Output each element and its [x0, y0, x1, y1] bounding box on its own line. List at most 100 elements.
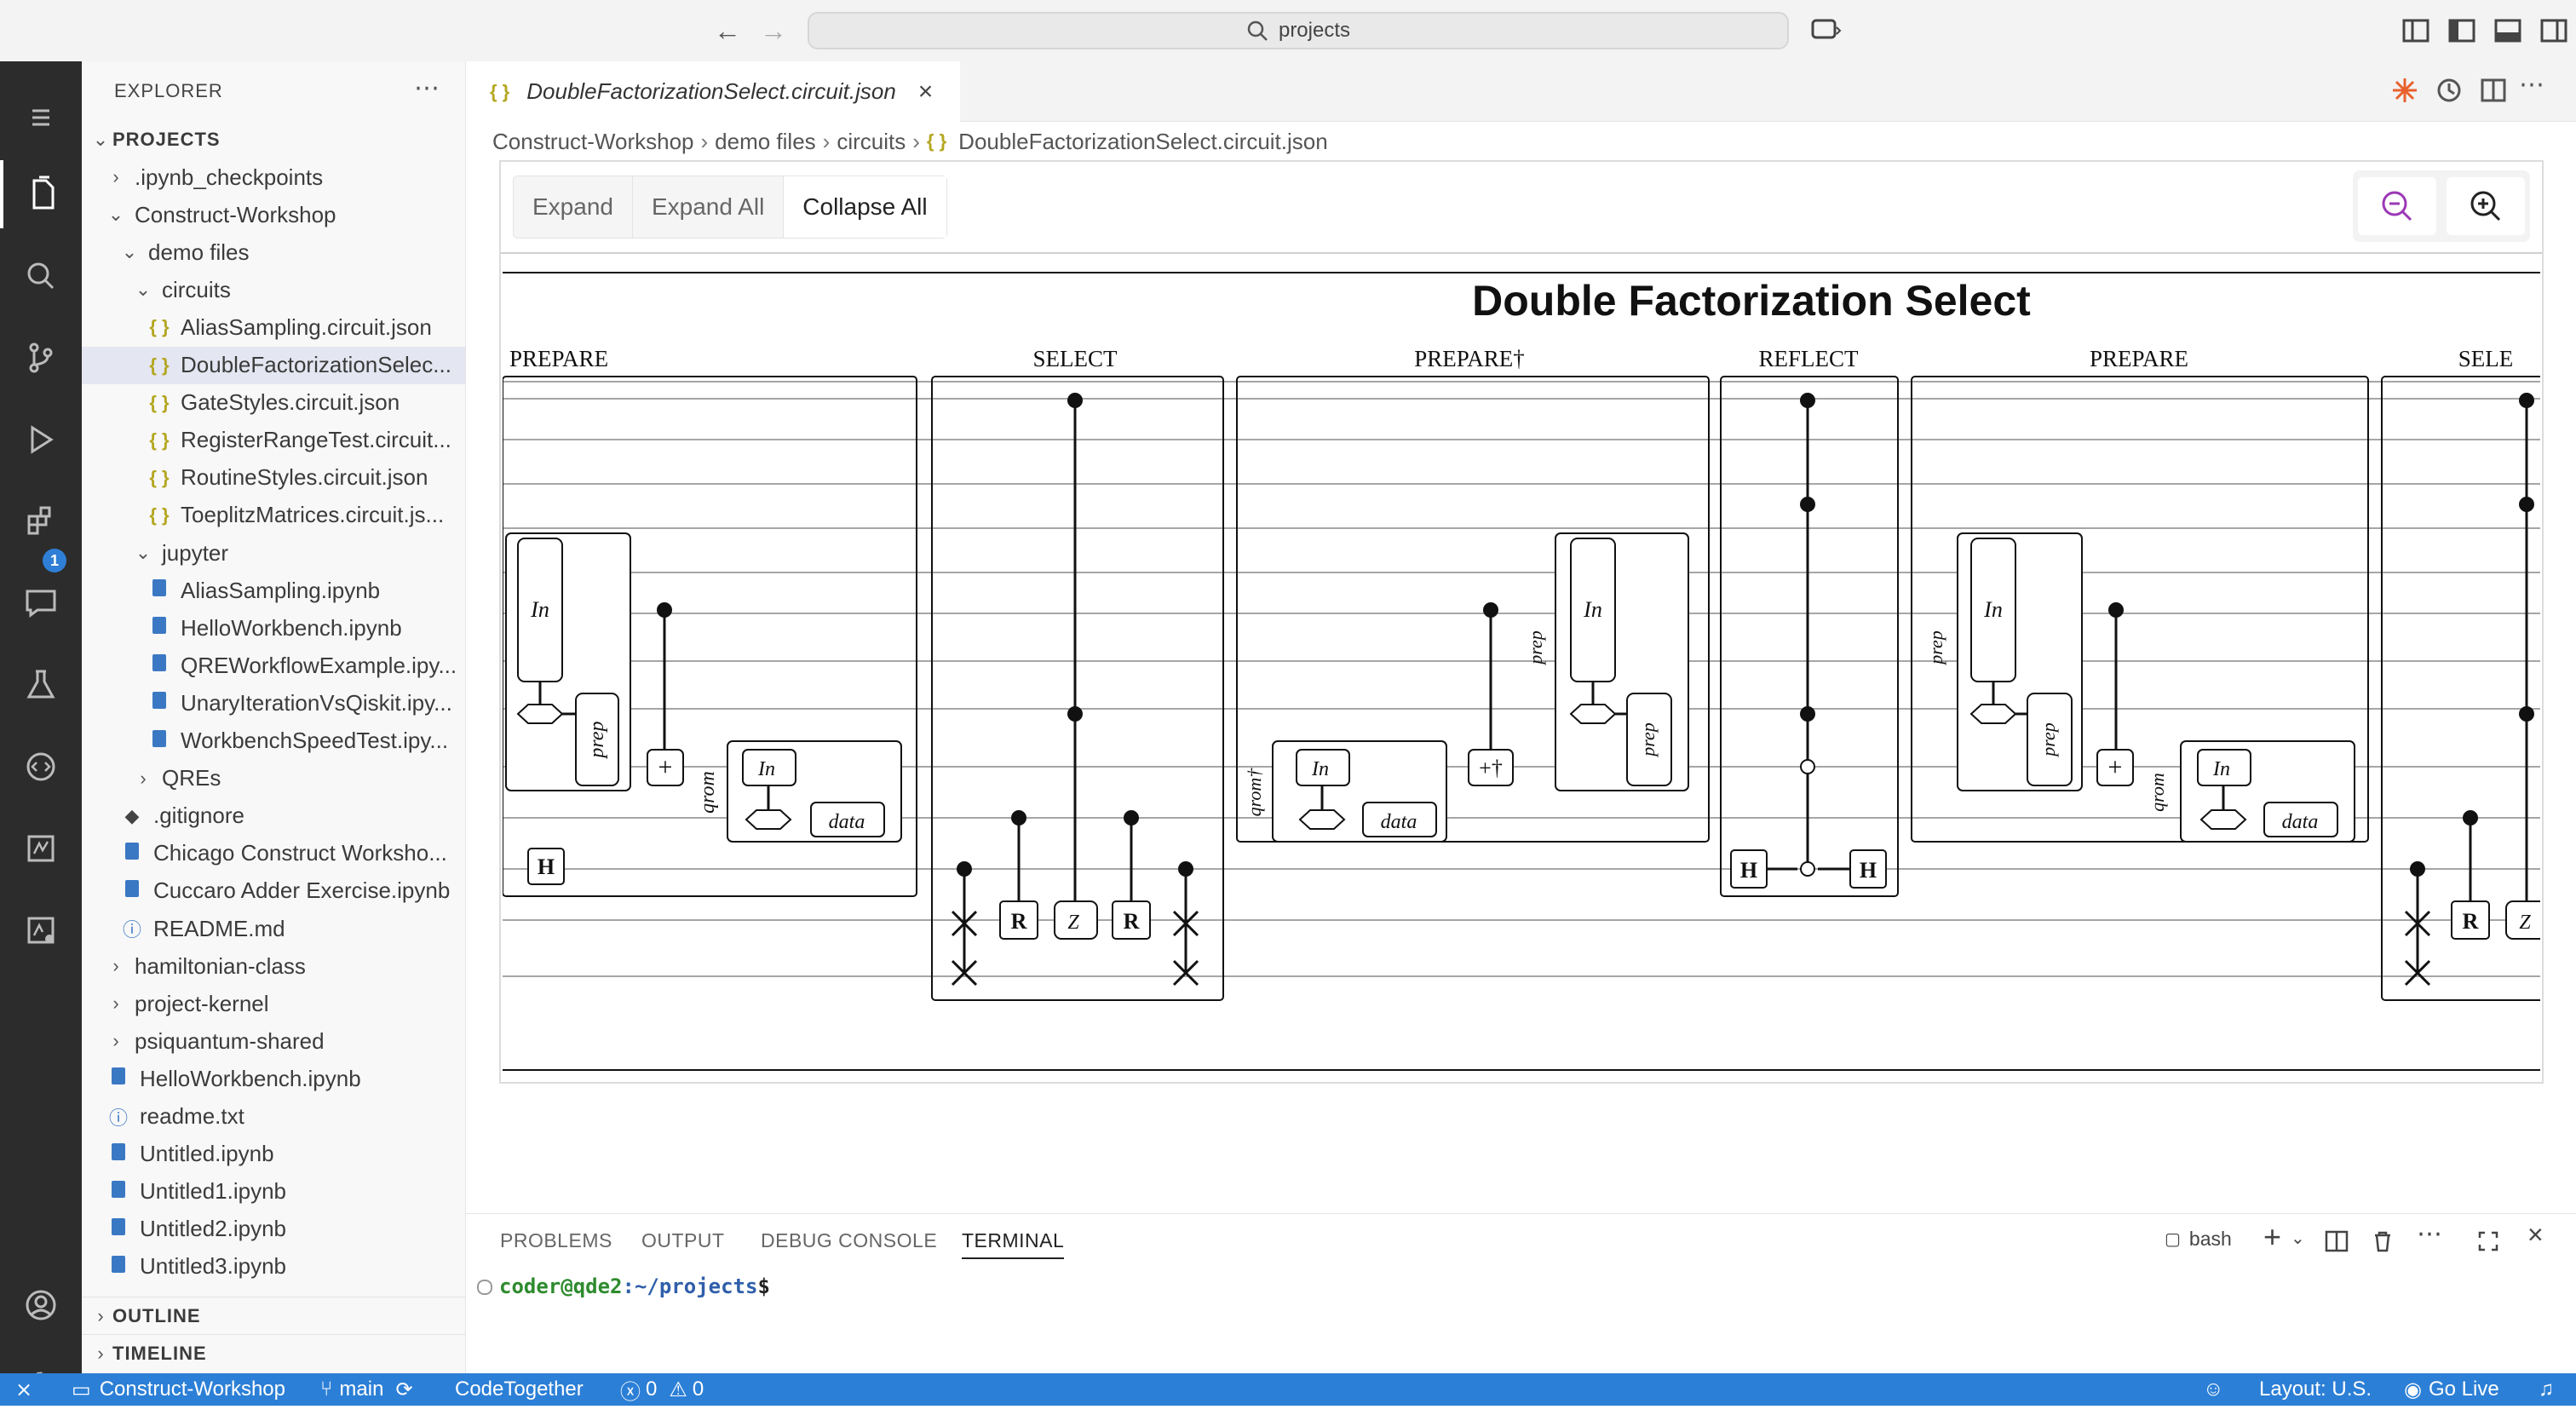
timeline-history-icon[interactable]: [2434, 75, 2464, 106]
tree-item-label: circuits: [162, 276, 231, 302]
tree-item[interactable]: ⌄ Construct-Workshop: [82, 196, 465, 233]
expand-button[interactable]: Expand: [514, 176, 633, 238]
workbench-icon[interactable]: [0, 814, 82, 883]
in-p-gate-label: In: [2212, 758, 2230, 780]
tree-item[interactable]: › hamiltonian-class: [82, 947, 465, 985]
outline-section-header[interactable]: › OUTLINE: [82, 1297, 465, 1335]
tab-problems[interactable]: PROBLEMS: [500, 1229, 612, 1252]
collapse-all-button[interactable]: Collapse All: [784, 176, 946, 238]
tree-item[interactable]: › project-kernel: [82, 985, 465, 1022]
status-golive[interactable]: ◉ Go Live: [2404, 1373, 2499, 1406]
status-branch[interactable]: ⑂ main ⟳: [320, 1373, 413, 1406]
terminal-prompt[interactable]: coder@qde2:~/projects$: [499, 1274, 770, 1298]
testing-flask-icon[interactable]: [0, 651, 82, 719]
tree-item[interactable]: ⓘ readme.txt: [82, 1098, 465, 1136]
tree-item[interactable]: { } AliasSampling.circuit.json: [82, 308, 465, 346]
chevron-right-icon: ›: [112, 992, 119, 1015]
notebook-file-icon: [104, 1067, 133, 1090]
projects-section-header[interactable]: ⌄ PROJECTS: [82, 121, 465, 158]
chat-icon[interactable]: [0, 569, 82, 637]
tab-output[interactable]: OUTPUT: [641, 1229, 725, 1252]
tree-item[interactable]: Cuccaro Adder Exercise.ipynb: [82, 872, 465, 910]
tree-item[interactable]: HelloWorkbench.ipynb: [82, 1060, 465, 1097]
tree-item[interactable]: { } ToeplitzMatrices.circuit.js...: [82, 497, 465, 534]
split-terminal-icon[interactable]: [2323, 1228, 2350, 1255]
editor-more-icon[interactable]: ⋯: [2519, 70, 2544, 100]
new-terminal-icon[interactable]: +: [2263, 1219, 2281, 1255]
terminal-shell-selector[interactable]: ▢ bash: [2165, 1228, 2232, 1251]
toggle-panel-icon[interactable]: [2491, 14, 2525, 48]
toggle-secondary-sidebar-icon[interactable]: [2537, 14, 2571, 48]
tree-item[interactable]: { } RoutineStyles.circuit.json: [82, 459, 465, 497]
tree-item[interactable]: { } DoubleFactorizationSelec...: [82, 346, 465, 384]
run-debug-icon[interactable]: [0, 406, 82, 474]
tree-item[interactable]: ⌄ jupyter: [82, 534, 465, 572]
tree-item[interactable]: Untitled.ipynb: [82, 1136, 465, 1173]
tree-item[interactable]: › psiquantum-shared: [82, 1022, 465, 1060]
tree-item[interactable]: { } RegisterRangeTest.circuit...: [82, 422, 465, 459]
notifications-bell-icon[interactable]: ♫: [2539, 1373, 2554, 1406]
tree-item[interactable]: WorkbenchSpeedTest.ipy...: [82, 722, 465, 760]
status-layout[interactable]: Layout: U.S.: [2259, 1373, 2372, 1406]
back-arrow-icon[interactable]: ←: [707, 10, 748, 51]
panel-more-icon[interactable]: ⋯: [2417, 1219, 2442, 1249]
close-icon[interactable]: ×: [918, 78, 934, 106]
customize-layout-icon[interactable]: [2399, 14, 2433, 48]
remote-code-icon[interactable]: [0, 733, 82, 801]
status-problems[interactable]: ⓧ 0 ⚠ 0: [620, 1373, 704, 1406]
tree-item[interactable]: › QREs: [82, 760, 465, 797]
tree-item[interactable]: HelloWorkbench.ipynb: [82, 609, 465, 647]
tree-item[interactable]: ◆ .gitignore: [82, 797, 465, 835]
tree-item[interactable]: UnaryIterationVsQiskit.ipy...: [82, 684, 465, 722]
tree-item[interactable]: { } GateStyles.circuit.json: [82, 384, 465, 422]
trash-icon[interactable]: [2369, 1228, 2396, 1255]
tree-item[interactable]: Untitled1.ipynb: [82, 1173, 465, 1211]
expand-all-button[interactable]: Expand All: [633, 176, 785, 238]
copilot-status-icon[interactable]: ☺: [2203, 1373, 2224, 1406]
workbench-alt-icon[interactable]: [0, 896, 82, 964]
tree-item[interactable]: Untitled2.ipynb: [82, 1211, 465, 1248]
tree-item[interactable]: ⌄ demo files: [82, 233, 465, 271]
timeline-section-header[interactable]: › TIMELINE: [82, 1334, 465, 1372]
zoom-in-button[interactable]: [2447, 177, 2525, 235]
tree-item[interactable]: ⌄ circuits: [82, 271, 465, 308]
more-actions-icon[interactable]: ⋯: [414, 73, 440, 103]
maximize-panel-icon[interactable]: [2475, 1228, 2502, 1255]
source-control-icon[interactable]: [0, 324, 82, 392]
breadcrumb-item[interactable]: DoubleFactorizationSelect.circuit.json: [958, 129, 1328, 155]
remote-indicator-icon[interactable]: ⨯: [15, 1373, 32, 1406]
breadcrumb-item[interactable]: circuits: [837, 129, 906, 155]
status-codetogether[interactable]: CodeTogether: [455, 1373, 584, 1406]
breadcrumb-item[interactable]: Construct-Workshop: [492, 129, 694, 155]
breadcrumb-item[interactable]: demo files: [715, 129, 816, 155]
tree-item-label: hamiltonian-class: [135, 952, 306, 979]
split-editor-icon[interactable]: [2478, 75, 2509, 106]
search-view-icon[interactable]: [0, 242, 82, 310]
account-icon[interactable]: [0, 1271, 82, 1339]
command-center-search[interactable]: projects: [808, 12, 1789, 49]
tree-item[interactable]: › .ipynb_checkpoints: [82, 158, 465, 196]
tree-item[interactable]: QREWorkflowExample.ipy...: [82, 647, 465, 684]
editor-tab-active[interactable]: { } DoubleFactorizationSelect.circuit.js…: [466, 61, 960, 122]
extensions-icon[interactable]: [0, 487, 82, 555]
tree-item[interactable]: Chicago Construct Worksho...: [82, 835, 465, 872]
tree-item[interactable]: ⓘ README.md: [82, 910, 465, 947]
forward-arrow-icon[interactable]: →: [753, 10, 794, 51]
zoom-out-button[interactable]: [2358, 177, 2436, 235]
chevron-down-icon[interactable]: ⌄: [2291, 1228, 2305, 1249]
hexagon-gate: [2199, 809, 2247, 830]
terminal-icon: ▢: [2165, 1230, 2181, 1249]
tab-debug-console[interactable]: DEBUG CONSOLE: [761, 1229, 937, 1252]
menu-icon[interactable]: [0, 83, 82, 152]
close-panel-icon[interactable]: ×: [2527, 1219, 2544, 1251]
status-repo[interactable]: ▭ Construct-Workshop: [72, 1373, 285, 1406]
tree-item[interactable]: Untitled3.ipynb: [82, 1248, 465, 1286]
tab-terminal[interactable]: TERMINAL: [962, 1229, 1065, 1259]
breadcrumb: Construct-Workshop › demo files › circuits…: [492, 128, 1328, 155]
toggle-sidebar-icon[interactable]: [2445, 14, 2479, 48]
copilot-chat-icon[interactable]: [1809, 14, 1843, 48]
sparkle-icon[interactable]: [2389, 75, 2420, 106]
tree-item[interactable]: AliasSampling.ipynb: [82, 572, 465, 609]
notebook-file-icon: [145, 579, 174, 601]
explorer-icon[interactable]: [0, 160, 82, 228]
